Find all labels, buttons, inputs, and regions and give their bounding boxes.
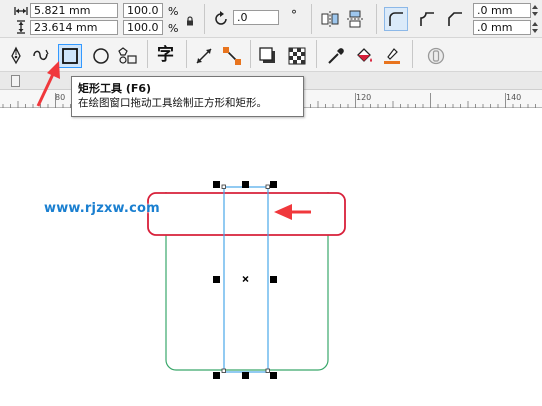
lock-icon[interactable] [186, 16, 194, 26]
page-icon[interactable] [11, 75, 20, 87]
tool-fill[interactable] [354, 46, 374, 66]
pen-nib-icon [11, 46, 21, 65]
tool-text[interactable]: 字 [157, 45, 177, 65]
outline-pen-icon [384, 48, 400, 64]
rectangle-tool-tooltip: 矩形工具 (F6) 在绘图窗口拖动工具绘制正方形和矩形。 [71, 76, 304, 117]
tool-outline[interactable] [382, 46, 402, 66]
drop-shadow-icon [259, 47, 275, 63]
ruler-label-140: 140 [506, 93, 522, 102]
separator [316, 40, 317, 68]
red-arrow-pointer-icon [36, 61, 60, 107]
corner-radius-top-field[interactable]: .0 mm [473, 3, 531, 18]
tooltip-title: 矩形工具 (F6) [78, 82, 152, 95]
corner-radius-bottom-field[interactable]: .0 mm [473, 20, 531, 35]
transparency-checker-icon [288, 47, 306, 65]
highlight-callout-box [147, 192, 346, 236]
property-bar: 5.821 mm 23.614 mm 100.0 % 100.0 % .0 ° [0, 0, 542, 38]
separator [186, 40, 187, 68]
connector-icon [223, 47, 241, 65]
separator [376, 4, 377, 34]
tool-eyedropper[interactable] [326, 46, 346, 66]
text-tool-glyph: 字 [157, 45, 174, 65]
tool-connector[interactable] [222, 46, 242, 66]
corner-radius-top-spinner[interactable] [531, 3, 540, 18]
drawing-canvas[interactable]: www.rjzxw.com [0, 108, 542, 406]
tool-drop-shadow[interactable] [258, 46, 278, 66]
paint-bucket-icon [357, 48, 372, 62]
percent-y-label: % [168, 22, 179, 35]
ellipse-tool-icon [93, 48, 109, 64]
interactive-fill-icon [427, 47, 445, 65]
separator [147, 40, 148, 68]
tool-transparency[interactable] [287, 46, 307, 66]
eyedropper-icon [328, 48, 344, 64]
height-dimension-icon [17, 20, 25, 34]
polygon-shapes-icon [118, 47, 137, 64]
rotation-field[interactable]: .0 [233, 10, 279, 25]
toolbox: 字 [0, 38, 542, 72]
width-dimension-icon [14, 7, 28, 15]
tooltip-description: 在绘图窗口拖动工具绘制正方形和矩形。 [78, 97, 267, 109]
separator [250, 40, 251, 68]
mirror-vertical-icon[interactable] [345, 9, 365, 29]
corner-radius-bottom-spinner[interactable] [531, 20, 540, 35]
tool-ellipse[interactable] [91, 46, 111, 66]
canvas-drawing [147, 181, 346, 379]
ruler-label-120: 120 [356, 93, 372, 102]
dimension-line-icon [196, 48, 212, 64]
tool-polygon[interactable] [118, 46, 138, 66]
chamfered-corner-icon[interactable] [444, 8, 466, 30]
tool-dimension[interactable] [194, 46, 214, 66]
center-marker-icon [242, 276, 249, 282]
round-corner-button[interactable] [384, 7, 408, 31]
height-field[interactable]: 23.614 mm [30, 20, 118, 35]
scale-x-field[interactable]: 100.0 [123, 3, 163, 18]
width-field[interactable]: 5.821 mm [30, 3, 118, 18]
separator [204, 4, 205, 34]
degree-label: ° [291, 8, 297, 22]
round-corner-icon [389, 12, 403, 26]
separator [412, 40, 413, 68]
scale-y-field[interactable]: 100.0 [123, 20, 163, 35]
watermark-text: www.rjzxw.com [44, 201, 160, 216]
percent-x-label: % [168, 5, 179, 18]
separator [311, 4, 312, 34]
scalloped-corner-icon[interactable] [416, 8, 438, 30]
rotate-icon [215, 11, 227, 25]
mirror-horizontal-icon[interactable] [320, 9, 340, 29]
tool-pen[interactable] [6, 46, 26, 66]
tool-interactive[interactable] [426, 46, 446, 66]
